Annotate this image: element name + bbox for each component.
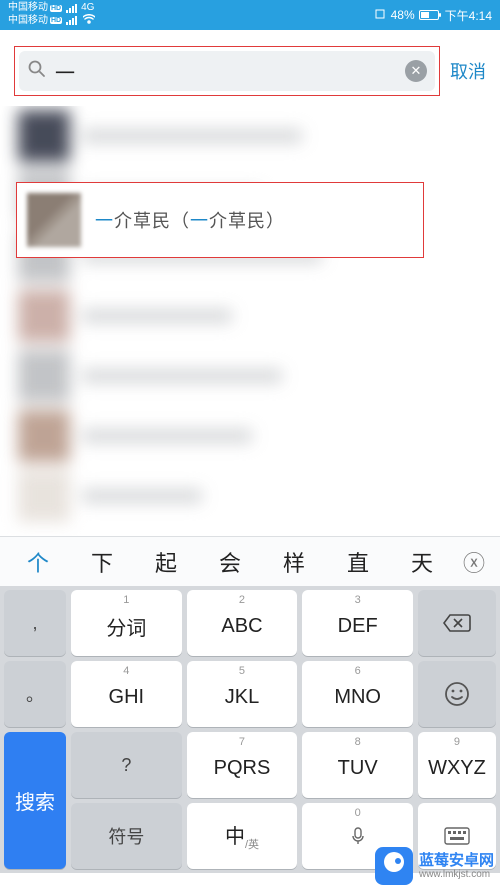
candidate-6[interactable]: 天 [390,546,454,578]
key-7[interactable]: 7PQRS [187,732,298,798]
key-3[interactable]: 3DEF [302,590,413,656]
status-bar: 中国移动 HD 4G 中国移动 HD 48% 下午4:14 [0,0,500,30]
search-field-container[interactable]: ✕ [19,51,435,91]
clear-icon[interactable]: ✕ [405,60,427,82]
watermark-url: www.lmkjst.com [419,869,494,881]
cancel-button[interactable]: 取消 [450,58,486,84]
wifi-icon [83,14,95,27]
key-8[interactable]: 8TUV [302,732,413,798]
search-icon [27,59,47,84]
mic-icon [351,827,365,851]
candidate-0[interactable]: 个 [6,546,70,578]
watermark: 蓝莓安卓网 www.lmkjst.com [375,847,494,885]
backspace-key[interactable] [418,590,496,656]
punct-key-period[interactable]: 。 [4,661,66,727]
status-right: 48% 下午4:14 [373,7,492,24]
hd-badge-2: HD [50,17,62,24]
result-label: 一介草民（一介草民） [95,207,285,233]
avatar [27,193,81,247]
candidate-3[interactable]: 会 [198,546,262,578]
language-toggle-key[interactable]: 中/英 [187,803,298,869]
candidate-1[interactable]: 下 [70,546,134,578]
search-box-highlight: ✕ [14,46,440,96]
carrier-1: 中国移动 [8,3,48,13]
battery-pct: 48% [391,8,415,22]
key-9[interactable]: 9WXYZ [418,732,496,798]
search-input[interactable] [55,60,397,83]
watermark-logo-icon [375,847,413,885]
carrier-2: 中国移动 [8,16,48,26]
watermark-title: 蓝莓安卓网 [419,852,494,869]
punct-key-question[interactable]: ? [71,732,182,798]
candidate-4[interactable]: 样 [262,546,326,578]
hd-badge-1: HD [50,5,62,12]
rotation-lock-icon [373,7,387,24]
status-left: 中国移动 HD 4G 中国移动 HD [8,3,95,27]
battery-icon [419,10,439,20]
emoji-key[interactable] [418,661,496,727]
ime-candidate-bar: 个 下 起 会 样 直 天 ⓧ [0,536,500,586]
results-list: 一介草民（一介草民） [0,106,500,536]
candidate-5[interactable]: 直 [326,546,390,578]
symbol-key[interactable]: 符号 [71,803,182,869]
search-action-key[interactable]: 搜索 [4,732,66,869]
key-4[interactable]: 4GHI [71,661,182,727]
signal-bars-2 [66,16,77,25]
key-2[interactable]: 2ABC [187,590,298,656]
key-1[interactable]: 1分词 [71,590,182,656]
candidate-close-icon[interactable]: ⓧ [454,546,494,578]
clock: 下午4:14 [445,7,492,24]
search-row: ✕ 取消 [0,30,500,106]
ime-keyboard: , 1分词 2ABC 3DEF 。 4GHI 5JKL 6MNO ? 7PQRS… [0,586,500,873]
punct-key-comma[interactable]: , [4,590,66,656]
key-5[interactable]: 5JKL [187,661,298,727]
network-1: 4G [81,3,94,13]
key-6[interactable]: 6MNO [302,661,413,727]
candidate-2[interactable]: 起 [134,546,198,578]
result-item-highlight[interactable]: 一介草民（一介草民） [16,182,424,258]
signal-bars-1 [66,4,77,13]
